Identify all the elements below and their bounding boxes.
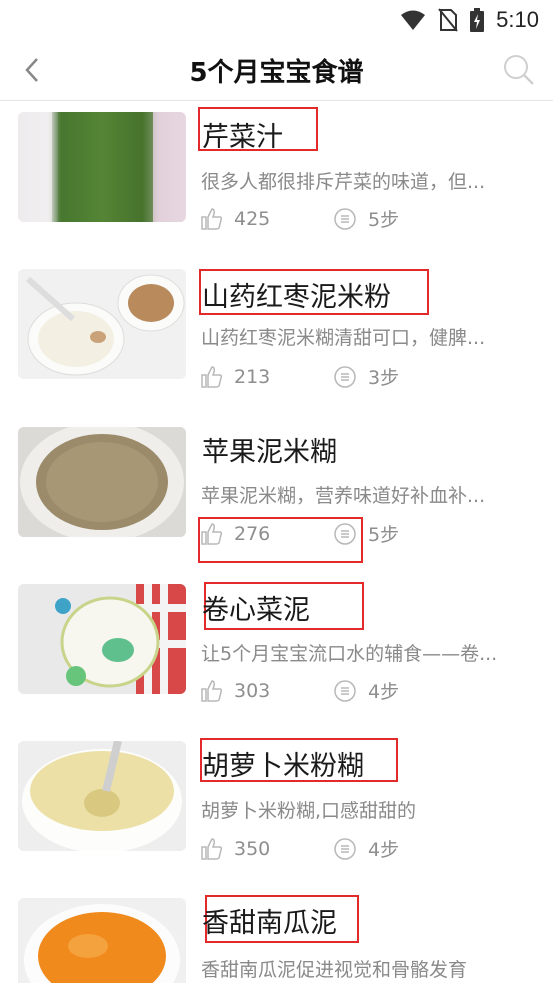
recipe-item[interactable]: 山药红枣泥米粉 山药红枣泥米糊清甜可口，健脾... 213 3步 [0, 258, 553, 390]
recipe-meta: 213 3步 [200, 363, 399, 390]
steps-icon [334, 365, 356, 388]
steps-count: 5步 [368, 524, 400, 546]
likes-count: 303 [234, 679, 271, 702]
recipe-thumbnail [18, 741, 186, 851]
carrot-rice-paste-image [18, 741, 186, 851]
recipe-description: 苹果泥米糊，营养味道好补血补... [201, 485, 486, 507]
recipe-name: 芹菜汁 [202, 122, 283, 153]
recipe-description: 很多人都很排斥芹菜的味道，但... [201, 171, 486, 193]
recipe-meta: 276 5步 [200, 520, 399, 547]
recipe-item[interactable]: 香甜南瓜泥 香甜南瓜泥促进视觉和骨骼发育 [0, 886, 553, 983]
thumbs-up-icon [201, 679, 223, 702]
recipe-description: 山药红枣泥米糊清甜可口，健脾... [201, 327, 486, 349]
steps-icon [334, 522, 356, 545]
likes-count: 276 [234, 522, 271, 545]
steps-icon [334, 679, 356, 702]
page-title: 5个月宝宝食谱 [189, 58, 364, 88]
steps-count: 4步 [368, 839, 400, 861]
recipe-item[interactable]: 芹菜汁 很多人都很排斥芹菜的味道，但... 425 5步 [0, 101, 553, 231]
recipe-thumbnail [18, 584, 186, 694]
status-time: 5:10 [496, 7, 539, 32]
steps-icon [334, 837, 356, 860]
thumbs-up-icon [201, 837, 223, 860]
recipe-description: 香甜南瓜泥促进视觉和骨骼发育 [201, 959, 468, 981]
recipe-description: 胡萝卜米粉糊,口感甜甜的 [201, 800, 417, 822]
recipe-name: 山药红枣泥米粉 [202, 282, 391, 313]
recipe-list: 芹菜汁 很多人都很排斥芹菜的味道，但... 425 5步 山药红枣泥米粉 山药红… [0, 101, 553, 983]
yam-jujube-rice-image [18, 269, 186, 379]
recipe-item[interactable]: 苹果泥米糊 苹果泥米糊，营养味道好补血补... 276 5步 [0, 415, 553, 563]
cabbage-puree-image [18, 584, 186, 694]
recipe-thumbnail [18, 112, 186, 222]
search-icon [504, 55, 534, 85]
celery-juice-image [18, 112, 186, 222]
recipe-meta: 350 4步 [200, 835, 399, 862]
likes-count: 425 [234, 207, 271, 230]
recipe-item[interactable]: 卷心菜泥 让5个月宝宝流口水的辅食——卷... 303 4步 [0, 572, 553, 704]
status-bar: 5:10 [0, 0, 553, 38]
recipe-thumbnail [18, 898, 186, 983]
status-icons: 5:10 [400, 7, 539, 33]
likes-count: 350 [234, 837, 271, 860]
wifi-icon [401, 10, 426, 30]
apple-rice-paste-image [18, 427, 186, 537]
no-sim-icon [438, 8, 458, 32]
likes-count: 213 [234, 365, 271, 388]
recipe-name: 胡萝卜米粉糊 [202, 751, 364, 782]
recipe-thumbnail [18, 427, 186, 537]
header: 5个月宝宝食谱 [0, 38, 553, 101]
search-button[interactable] [499, 50, 539, 90]
recipe-item[interactable]: 胡萝卜米粉糊 胡萝卜米粉糊,口感甜甜的 350 4步 [0, 729, 553, 862]
recipe-meta: 425 5步 [200, 205, 399, 232]
steps-count: 3步 [368, 367, 400, 389]
recipe-thumbnail [18, 269, 186, 379]
thumbs-up-icon [201, 207, 223, 230]
battery-charging-icon [470, 8, 485, 32]
recipe-name: 香甜南瓜泥 [202, 908, 337, 939]
recipe-name: 卷心菜泥 [202, 595, 310, 626]
thumbs-up-icon [201, 522, 223, 545]
pumpkin-puree-image [18, 898, 186, 983]
recipe-description: 让5个月宝宝流口水的辅食——卷... [201, 643, 498, 665]
steps-count: 5步 [368, 209, 400, 231]
thumbs-up-icon [201, 365, 223, 388]
steps-count: 4步 [368, 681, 400, 703]
steps-icon [334, 207, 356, 230]
recipe-meta: 303 4步 [200, 677, 399, 704]
recipe-name: 苹果泥米糊 [202, 437, 337, 468]
